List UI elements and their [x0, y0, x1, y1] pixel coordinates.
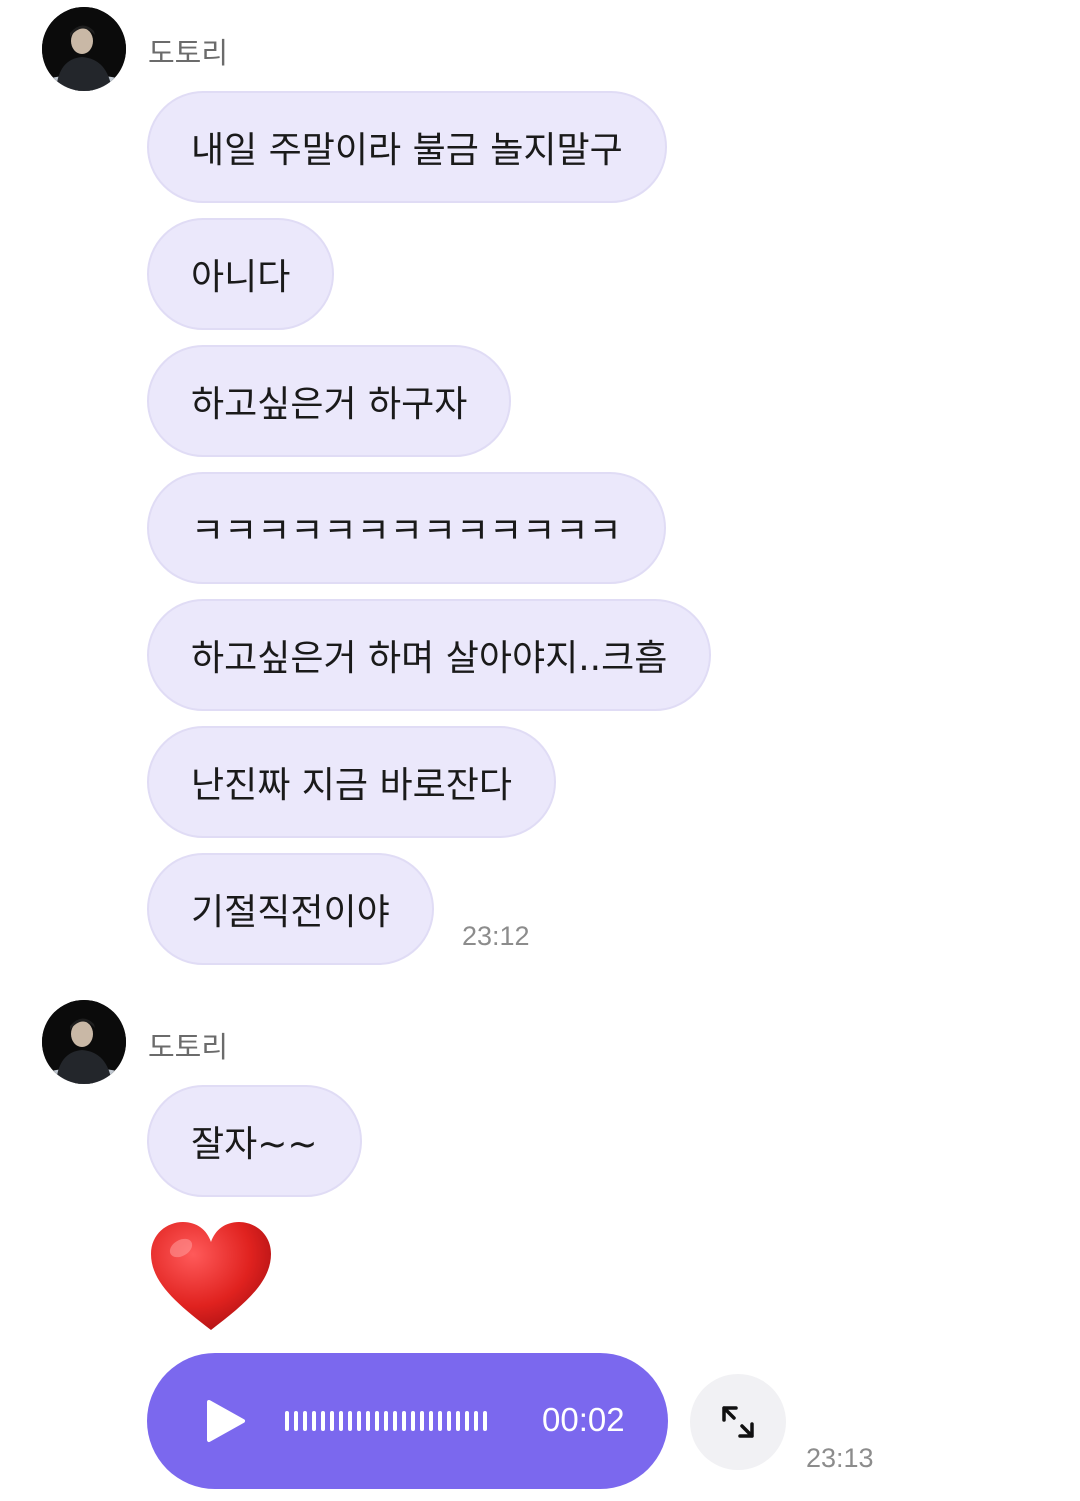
- sender-name: 도토리: [148, 1030, 229, 1064]
- message-bubble[interactable]: 잘자~~: [147, 1085, 362, 1197]
- expand-icon: [722, 1406, 754, 1438]
- audio-waveform: [285, 1411, 487, 1431]
- message-timestamp: 23:12: [462, 921, 530, 951]
- message-bubble[interactable]: ㅋㅋㅋㅋㅋㅋㅋㅋㅋㅋㅋㅋㅋ: [147, 472, 666, 584]
- message-text: 하고싶은거 하며 살아야지..크흠: [191, 638, 668, 679]
- expand-button[interactable]: [690, 1374, 786, 1470]
- message-bubble[interactable]: 난진짜 지금 바로잔다: [147, 726, 556, 838]
- voice-message[interactable]: 00:02: [147, 1353, 668, 1489]
- message-bubble[interactable]: 하고싶은거 하며 살아야지..크흠: [147, 599, 712, 711]
- message-bubble[interactable]: 아니다: [147, 218, 335, 330]
- message-text: 난진짜 지금 바로잔다: [191, 765, 512, 806]
- chat-view: 도토리 내일 주말이라 불금 놀지말구 아니다 하고싶은거 하구자 ㅋㅋㅋㅋㅋㅋ…: [0, 0, 1080, 1501]
- sender-name: 도토리: [148, 36, 229, 70]
- message-bubble[interactable]: 내일 주말이라 불금 놀지말구: [147, 91, 667, 203]
- message-text: 기절직전이야: [191, 892, 390, 933]
- sender-avatar[interactable]: [42, 1000, 126, 1084]
- message-text: 내일 주말이라 불금 놀지말구: [191, 130, 623, 171]
- message-text: 하고싶은거 하구자: [191, 384, 468, 425]
- message-text: 잘자~~: [191, 1124, 318, 1165]
- sender-avatar[interactable]: [42, 7, 126, 91]
- message-bubble[interactable]: 기절직전이야: [147, 853, 434, 965]
- voice-duration: 00:02: [542, 1401, 625, 1438]
- message-timestamp: 23:13: [806, 1443, 874, 1473]
- message-text: 아니다: [191, 257, 291, 298]
- message-bubble[interactable]: 하고싶은거 하구자: [147, 345, 512, 457]
- heart-emoji: [147, 1218, 275, 1334]
- play-icon[interactable]: [199, 1396, 249, 1446]
- message-text: ㅋㅋㅋㅋㅋㅋㅋㅋㅋㅋㅋㅋㅋ: [191, 511, 622, 552]
